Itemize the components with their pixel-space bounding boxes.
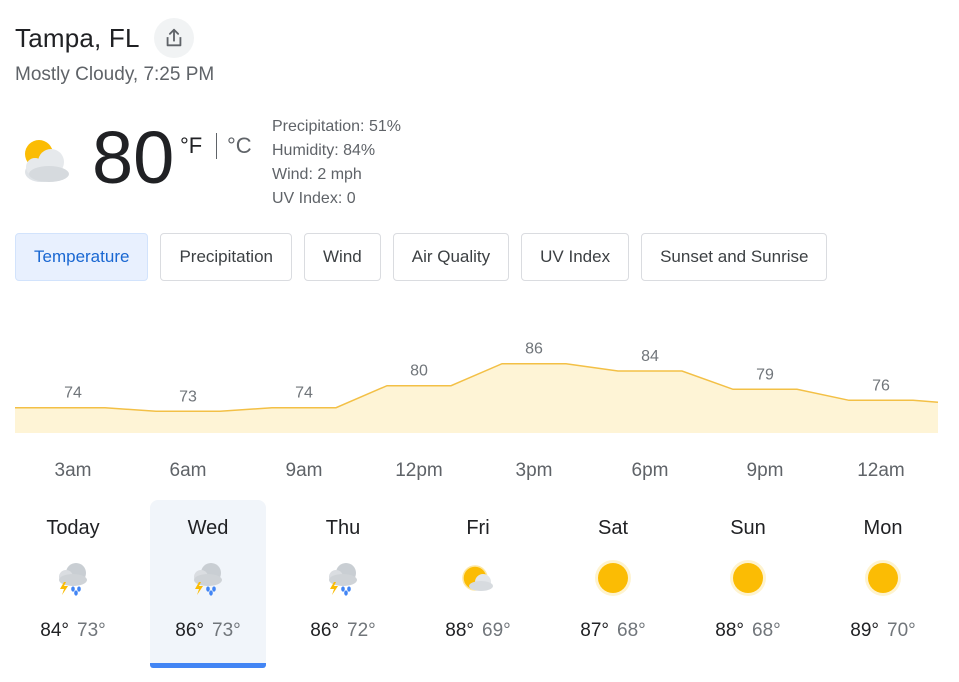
high-temp: 89° <box>850 620 879 641</box>
day-wed[interactable]: Wed 86° 73° <box>150 500 266 668</box>
tab-air-quality[interactable]: Air Quality <box>392 233 510 281</box>
tab-precipitation[interactable]: Precipitation <box>160 233 292 281</box>
hour-axis: 3am 6am 9am 12pm 3pm 6pm 9pm 12am <box>0 460 959 484</box>
day-sat[interactable]: Sat 87° 68° <box>555 500 671 668</box>
hour-label: 3pm <box>515 460 553 481</box>
temperature-chart: 74 73 74 80 86 84 79 76 <box>15 341 939 433</box>
temperature-point-label: 74 <box>295 385 313 402</box>
thunderstorm-icon <box>59 563 87 596</box>
low-temp: 73° <box>212 620 241 641</box>
uv-index-detail: UV Index: 0 <box>272 190 356 207</box>
temperature-point-label: 79 <box>756 366 774 383</box>
day-temps: 88° 69° <box>420 620 536 642</box>
day-sun[interactable]: Sun 88° 68° <box>690 500 806 668</box>
temperature-point-label: 74 <box>64 385 82 402</box>
low-temp: 69° <box>482 620 511 641</box>
header: Tampa, FL <box>15 18 194 58</box>
sunny-icon <box>730 560 766 596</box>
day-temps: 89° 70° <box>825 620 941 642</box>
hour-label: 6am <box>169 460 207 481</box>
low-temp: 72° <box>347 620 376 641</box>
sunny-icon <box>865 560 901 596</box>
day-name: Fri <box>466 517 490 539</box>
daily-forecast: Today 84° 73° Wed 86° 73° Thu 86° 72° Fri 8… <box>0 500 959 670</box>
thunderstorm-icon <box>329 563 357 596</box>
high-temp: 88° <box>715 620 744 641</box>
day-today[interactable]: Today 84° 73° <box>15 500 131 668</box>
day-name: Wed <box>187 517 229 539</box>
tab-wind[interactable]: Wind <box>304 233 381 281</box>
day-mon[interactable]: Mon 89° 70° <box>825 500 941 668</box>
temperature-point-label: 84 <box>641 348 659 365</box>
day-thu[interactable]: Thu 86° 72° <box>285 500 401 668</box>
hour-label: 12pm <box>395 460 443 481</box>
day-temps: 84° 73° <box>15 620 131 642</box>
tab-uv-index[interactable]: UV Index <box>521 233 630 281</box>
share-icon <box>166 28 181 47</box>
partly-cloudy-icon <box>25 140 69 182</box>
low-temp: 73° <box>77 620 106 641</box>
hour-label: 6pm <box>631 460 669 481</box>
hour-label: 9am <box>285 460 323 481</box>
day-name: Today <box>46 517 100 539</box>
unit-divider <box>216 133 217 159</box>
day-name: Mon <box>863 517 903 539</box>
high-temp: 86° <box>175 620 204 641</box>
sunny-icon <box>595 560 631 596</box>
weather-details: Precipitation: 51% Humidity: 84% Wind: 2… <box>272 115 401 211</box>
unit-fahrenheit-toggle[interactable]: °F <box>180 133 202 159</box>
day-fri[interactable]: Fri 88° 69° <box>420 500 536 668</box>
temperature-point-label: 86 <box>525 341 543 358</box>
precipitation-detail: Precipitation: 51% <box>272 118 401 135</box>
temperature-point-label: 80 <box>410 363 428 380</box>
day-temps: 87° 68° <box>555 620 671 642</box>
low-temp: 68° <box>752 620 781 641</box>
temperature-point-label: 73 <box>179 388 197 405</box>
day-name: Thu <box>325 517 361 539</box>
hour-label: 12am <box>857 460 905 481</box>
hour-label: 3am <box>54 460 92 481</box>
day-name: Sat <box>597 517 629 539</box>
high-temp: 84° <box>40 620 69 641</box>
temperature-point-label: 76 <box>872 377 890 394</box>
tab-sunset-sunrise[interactable]: Sunset and Sunrise <box>641 233 828 281</box>
partly-cloudy-icon <box>462 565 494 592</box>
high-temp: 88° <box>445 620 474 641</box>
selected-day-indicator <box>150 663 266 668</box>
low-temp: 68° <box>617 620 646 641</box>
location-title: Tampa, FL <box>15 22 140 53</box>
high-temp: 87° <box>580 620 609 641</box>
hour-label: 9pm <box>746 460 784 481</box>
thunderstorm-icon <box>194 563 222 596</box>
conditions-subtitle: Mostly Cloudy, 7:25 PM <box>15 64 215 85</box>
day-temps: 88° 68° <box>690 620 806 642</box>
day-temps: 86° 72° <box>285 620 401 642</box>
day-name: Sun <box>730 517 766 539</box>
chart-tabs: Temperature Precipitation Wind Air Quali… <box>15 233 828 281</box>
day-temps: 86° 73° <box>150 620 266 642</box>
high-temp: 86° <box>310 620 339 641</box>
share-button[interactable] <box>153 18 194 58</box>
unit-celsius-toggle[interactable]: °C <box>227 133 252 159</box>
current-temperature: 80 <box>92 116 175 199</box>
tab-temperature[interactable]: Temperature <box>15 233 149 281</box>
humidity-detail: Humidity: 84% <box>272 142 376 159</box>
low-temp: 70° <box>887 620 916 641</box>
wind-detail: Wind: 2 mph <box>272 166 362 183</box>
